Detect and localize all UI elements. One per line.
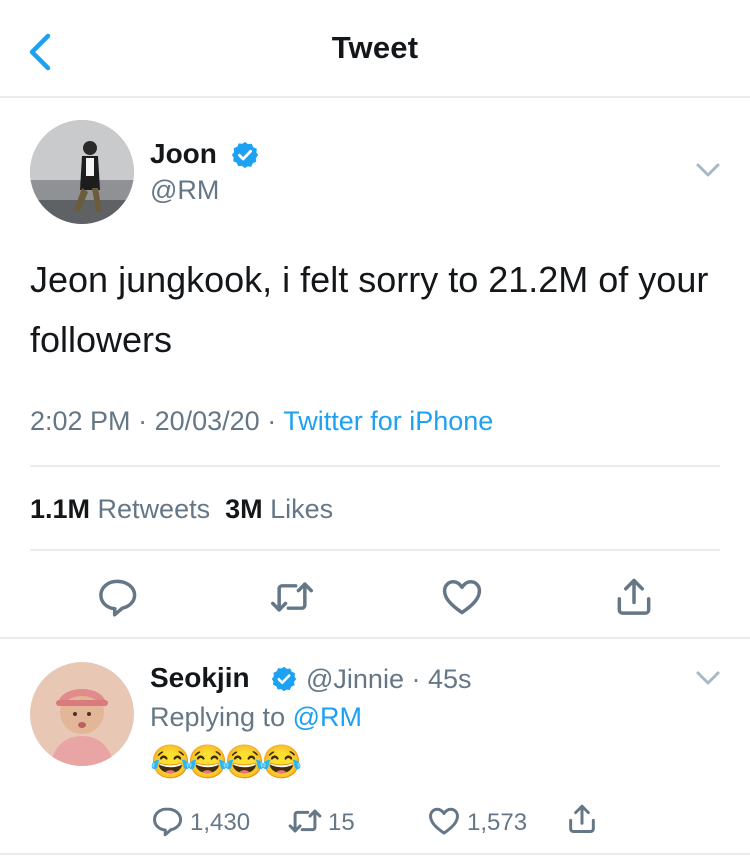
reply-age: 45s	[427, 664, 472, 694]
verified-badge-icon	[231, 141, 259, 169]
likes-label: Likes	[270, 494, 334, 524]
meta-separator: ·	[403, 664, 428, 694]
share-icon	[569, 804, 595, 833]
reply-icon	[153, 807, 183, 837]
reply-author-name[interactable]: Seokjin	[150, 662, 250, 694]
tweet-date: 20/03/20	[154, 406, 260, 436]
tweet-time: 2:02 PM	[30, 406, 131, 436]
chevron-down-icon[interactable]	[694, 160, 722, 180]
divider	[30, 465, 720, 467]
top-bar: Tweet	[0, 0, 750, 98]
author-avatar[interactable]	[30, 120, 134, 224]
chevron-down-icon[interactable]	[694, 668, 722, 688]
meta-separator: ·	[267, 406, 284, 436]
like-icon	[429, 807, 459, 835]
share-icon	[617, 578, 651, 615]
retweet-icon	[288, 809, 322, 833]
tweet-source-link[interactable]: Twitter for iPhone	[283, 406, 493, 436]
like-icon	[442, 580, 482, 615]
page-title: Tweet	[331, 30, 419, 65]
replying-to-label: Replying to	[150, 702, 286, 732]
reply-author-meta: @Jinnie · 45s	[306, 664, 472, 695]
retweet-icon	[271, 582, 313, 612]
reply-like-count: 1,573	[467, 809, 528, 836]
reply-text: 😂😂😂😂	[150, 743, 302, 780]
reply-share-button[interactable]	[565, 802, 599, 841]
retweets-count: 1.1M	[30, 494, 91, 524]
likes-count: 3M	[225, 494, 263, 524]
replying-to: Replying to @RM	[150, 702, 362, 733]
replying-to-handle[interactable]: @RM	[293, 702, 362, 732]
tweet-text: Jeon jungkook, i felt sorry to 21.2M of …	[30, 259, 709, 360]
reply-retweet-count: 15	[328, 809, 355, 836]
reply-author-handle[interactable]: @Jinnie	[306, 664, 404, 694]
reply-retweet-button[interactable]	[286, 804, 324, 843]
reply-button[interactable]	[95, 575, 139, 624]
tweet-meta: 2:02 PM · 20/03/20 · Twitter for iPhone	[30, 406, 493, 437]
meta-separator: ·	[138, 406, 155, 436]
reply-author-avatar[interactable]	[30, 662, 134, 766]
author-handle[interactable]: @RM	[150, 175, 219, 206]
reply-like-button[interactable]	[427, 804, 461, 843]
reply-reply-count: 1,430	[190, 809, 251, 836]
tweet-stats: 1.1M Retweets 3M Likes	[30, 494, 333, 525]
verified-badge-icon	[271, 666, 297, 692]
like-button[interactable]	[440, 575, 484, 624]
author-name[interactable]: Joon	[150, 138, 217, 170]
reply-icon	[99, 579, 137, 617]
retweets-stat[interactable]: 1.1M Retweets	[30, 494, 210, 524]
retweets-label: Retweets	[97, 494, 211, 524]
likes-stat[interactable]: 3M Likes	[225, 494, 333, 524]
retweet-button[interactable]	[268, 575, 316, 624]
divider	[0, 853, 750, 855]
divider	[30, 549, 720, 551]
divider	[0, 637, 750, 639]
share-button[interactable]	[612, 575, 656, 624]
reply-reply-button[interactable]	[150, 804, 184, 843]
